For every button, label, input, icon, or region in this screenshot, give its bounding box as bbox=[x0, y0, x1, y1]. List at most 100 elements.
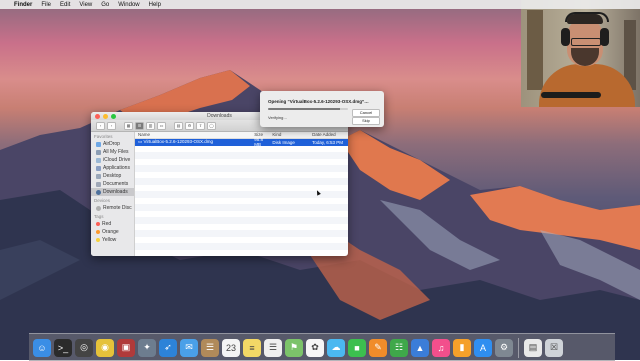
sidebar-item-label: AirDrop bbox=[103, 141, 120, 147]
facetime-icon[interactable]: ■ bbox=[348, 338, 366, 357]
action-gear-button[interactable]: ⚙ bbox=[185, 121, 194, 130]
gallery-view-button[interactable]: ▭ bbox=[157, 121, 166, 130]
sidebar-item-icloud-drive[interactable]: iCloud Drive bbox=[91, 156, 134, 164]
finder-window: Downloads ‹ › ▦ ☰ ▥ ▭ ▤ ⚙ ⇪ ◯ Favorites … bbox=[91, 112, 348, 256]
sidebar-item-desktop[interactable]: Desktop bbox=[91, 172, 134, 180]
progress-bar-fill bbox=[268, 108, 340, 110]
sidebar-item-label: All My Files bbox=[103, 149, 129, 155]
sidebar-item-remote-disc[interactable]: Remote Disc bbox=[91, 204, 134, 212]
terminal-icon[interactable]: >_ bbox=[54, 338, 72, 357]
sidebar-item-airdrop[interactable]: AirDrop bbox=[91, 140, 134, 148]
tags-button[interactable]: ◯ bbox=[207, 121, 216, 130]
menu-app-name[interactable]: Finder bbox=[14, 2, 32, 8]
obs-icon[interactable]: ◎ bbox=[75, 338, 93, 357]
menu-file[interactable]: File bbox=[41, 2, 51, 8]
document-icon[interactable]: ▤ bbox=[524, 338, 542, 357]
sidebar-item-applications[interactable]: Applications bbox=[91, 164, 134, 172]
sidebar-tag-red[interactable]: Red bbox=[91, 220, 134, 228]
mail-icon[interactable]: ✉ bbox=[180, 338, 198, 357]
headphone-left-icon bbox=[561, 28, 570, 46]
empty-row bbox=[135, 243, 348, 250]
sidebar-tag-orange[interactable]: Orange bbox=[91, 228, 134, 236]
sidebar-item-label: Orange bbox=[102, 229, 119, 235]
sidebar-item-label: iCloud Drive bbox=[103, 157, 131, 163]
maps-icon[interactable]: ⚑ bbox=[285, 338, 303, 357]
app-store-icon[interactable]: A bbox=[474, 338, 492, 357]
disc-icon bbox=[96, 205, 101, 211]
notes-icon[interactable]: ≡ bbox=[243, 338, 261, 357]
tag-dot-icon bbox=[96, 230, 100, 234]
share-button[interactable]: ⇪ bbox=[196, 121, 205, 130]
headphones-icon bbox=[565, 12, 609, 22]
itunes-icon[interactable]: ♫ bbox=[432, 338, 450, 357]
sidebar-item-label: Applications bbox=[103, 165, 130, 171]
menu-help[interactable]: Help bbox=[149, 2, 161, 8]
sidebar-heading-favorites: Favorites bbox=[94, 134, 113, 139]
launchpad-icon[interactable]: ✦ bbox=[138, 338, 156, 357]
desktop-icon bbox=[96, 173, 101, 179]
chrome-icon[interactable]: ◉ bbox=[96, 338, 114, 357]
menu-window[interactable]: Window bbox=[118, 2, 139, 8]
file-name: VirtualBox-5.2.6-120293-OSX.dmg bbox=[143, 139, 213, 145]
webcam-overlay bbox=[521, 0, 640, 107]
finder-icon[interactable]: ☺ bbox=[33, 338, 51, 357]
system-preferences-icon[interactable]: ⚙ bbox=[495, 338, 513, 357]
file-date-added: Today, 6:53 PM bbox=[312, 139, 344, 145]
messages-icon[interactable]: ☁ bbox=[327, 338, 345, 357]
applications-icon bbox=[96, 165, 101, 171]
list-view-button[interactable]: ☰ bbox=[135, 121, 144, 130]
keynote-icon[interactable]: ▲ bbox=[411, 338, 429, 357]
microphone-icon bbox=[541, 92, 601, 98]
icon-view-button[interactable]: ▦ bbox=[124, 121, 133, 130]
menu-view[interactable]: View bbox=[79, 2, 92, 8]
sidebar-heading-devices: Devices bbox=[94, 198, 111, 203]
disk-image-icon: ▭ bbox=[138, 139, 143, 145]
back-button[interactable]: ‹ bbox=[96, 121, 105, 130]
sidebar-item-label: Red bbox=[102, 221, 112, 227]
sidebar-item-all-my-files[interactable]: All My Files bbox=[91, 148, 134, 156]
column-header-date-added[interactable]: Date Added bbox=[309, 132, 348, 138]
sidebar-item-documents[interactable]: Documents bbox=[91, 180, 134, 188]
column-view-button[interactable]: ▥ bbox=[146, 121, 155, 130]
cloud-icon bbox=[96, 157, 101, 163]
column-header-kind[interactable]: Kind bbox=[269, 132, 309, 138]
table-row[interactable]: ▭ VirtualBox-5.2.6-120293-OSX.dmg 95.8 M… bbox=[135, 137, 348, 148]
tag-dot-icon bbox=[96, 238, 100, 242]
skip-button[interactable]: Skip bbox=[352, 117, 380, 125]
menu-bar: Finder File Edit View Go Window Help bbox=[0, 0, 640, 9]
reminders-icon[interactable]: ☰ bbox=[264, 338, 282, 357]
sidebar-item-label: Desktop bbox=[103, 173, 122, 179]
ibooks-icon[interactable]: ▮ bbox=[453, 338, 471, 357]
opening-progress-dialog: Opening “VirtualBox-5.2.6-120293-OSX.dmg… bbox=[260, 91, 384, 127]
dock: ☺ >_ ◎ ◉ ▣ ✦ ➶ ✉ ☰ 23 ≡ ☰ ⚑ ✿ ☁ ■ ✎ ☷ ▲ ♫ ▮ A ⚙ ▤ ☒ bbox=[29, 333, 615, 361]
pages-icon[interactable]: ✎ bbox=[369, 338, 387, 357]
file-list-header: Name Size Kind Date Added bbox=[135, 132, 348, 139]
all-files-icon bbox=[96, 149, 101, 155]
menu-go[interactable]: Go bbox=[101, 2, 109, 8]
sidebar-tag-yellow[interactable]: Yellow bbox=[91, 236, 134, 244]
dock-separator bbox=[518, 337, 519, 358]
progress-bar bbox=[268, 108, 348, 110]
safari-icon[interactable]: ➶ bbox=[159, 338, 177, 357]
dialog-status: Verifying… bbox=[268, 115, 288, 120]
trash-icon[interactable]: ☒ bbox=[545, 338, 563, 357]
webcam-shelf bbox=[527, 10, 543, 90]
sidebar-item-label: Yellow bbox=[102, 237, 117, 243]
cancel-button[interactable]: Cancel bbox=[352, 109, 380, 117]
file-kind: Disk Image bbox=[272, 139, 295, 145]
photo-booth-icon[interactable]: ▣ bbox=[117, 338, 135, 357]
sidebar-item-downloads[interactable]: Downloads bbox=[91, 188, 134, 196]
forward-button[interactable]: › bbox=[107, 121, 116, 130]
file-size: 95.8 MB bbox=[254, 137, 263, 148]
photos-icon[interactable]: ✿ bbox=[306, 338, 324, 357]
menu-edit[interactable]: Edit bbox=[60, 2, 70, 8]
column-header-name[interactable]: Name bbox=[135, 132, 251, 138]
tag-dot-icon bbox=[96, 222, 100, 226]
contacts-icon[interactable]: ☰ bbox=[201, 338, 219, 357]
sidebar-item-label: Remote Disc bbox=[103, 205, 132, 211]
arrange-button[interactable]: ▤ bbox=[174, 121, 183, 130]
calendar-icon[interactable]: 23 bbox=[222, 338, 240, 357]
glasses-icon bbox=[571, 38, 601, 46]
finder-sidebar: Favorites AirDrop All My Files iCloud Dr… bbox=[91, 132, 135, 256]
numbers-icon[interactable]: ☷ bbox=[390, 338, 408, 357]
